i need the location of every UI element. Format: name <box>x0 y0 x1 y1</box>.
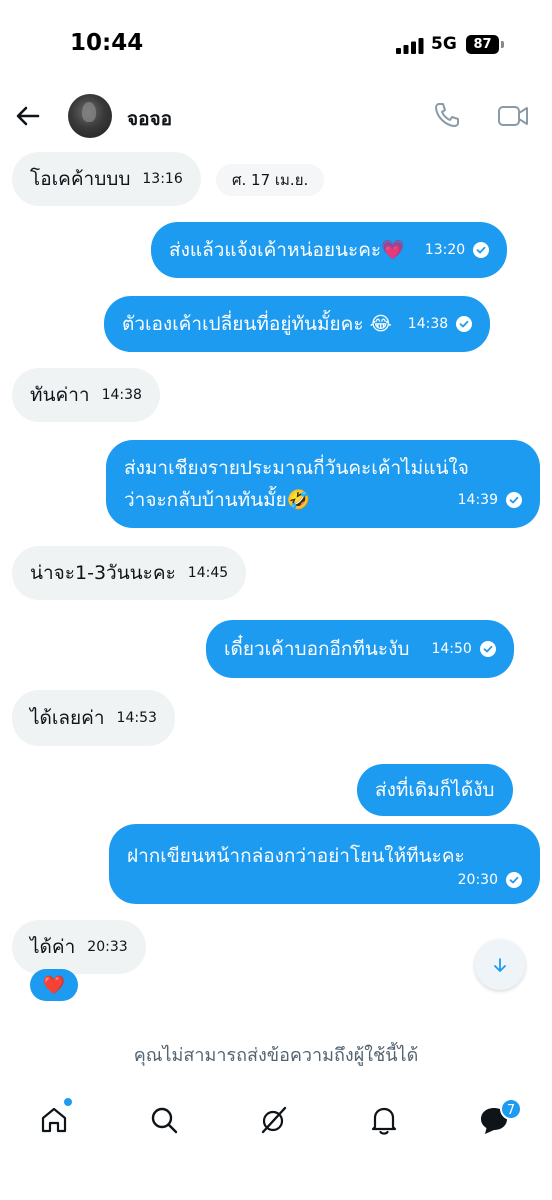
message-outgoing[interactable]: ฝากเขียนหน้ากล่องกว่าอย่าโยนให้ทีนะคะ 20… <box>109 824 540 904</box>
status-bar: 10:44 5G 87 <box>0 0 552 90</box>
home-icon <box>41 1107 67 1133</box>
message-text: ได้เลยค่า <box>30 707 105 729</box>
avatar[interactable] <box>68 94 112 138</box>
message-incoming[interactable]: ได้เลยค่า 14:53 <box>12 690 175 746</box>
read-check-icon <box>479 641 496 657</box>
message-outgoing[interactable]: ส่งมาเชียงรายประมาณกี่วันคะเค้าไม่แน่ใจ … <box>106 440 540 528</box>
search-icon <box>151 1107 178 1134</box>
message-time: 13:20 <box>424 242 466 258</box>
status-time: 10:44 <box>70 30 144 56</box>
message-incoming[interactable]: โอเคค้าบบบ 13:16 <box>12 152 201 206</box>
arrow-down-icon <box>494 958 506 972</box>
message-text: ทันค่าา <box>30 384 90 406</box>
cellular-signal-icon <box>396 38 424 54</box>
network-type: 5G <box>431 34 457 54</box>
date-separator: ศ. 17 เม.ย. <box>216 164 325 196</box>
message-outgoing[interactable]: เดี๋ยวเค้าบอกอีกทีนะงับ 14:50 <box>206 620 514 678</box>
message-text: ได้ค่า <box>30 936 76 958</box>
message-text: โอเคค้าบบบ <box>30 168 131 190</box>
message-incoming[interactable]: ทันค่าา 14:38 <box>12 368 160 422</box>
message-text: ว่าจะกลับบ้านทันมั้ย🤣 <box>124 489 311 511</box>
message-time: 20:30 <box>457 872 498 888</box>
battery-tip <box>501 41 504 48</box>
message-text: ส่งมาเชียงรายประมาณกี่วันคะเค้าไม่แน่ใจ <box>124 457 469 479</box>
nav-notifications[interactable] <box>364 1100 404 1140</box>
message-outgoing[interactable]: ส่งแล้วแจ้งเค้าหน่อยนะคะ💗 13:20 <box>151 222 508 278</box>
message-time: 14:53 <box>116 710 157 726</box>
message-text: ตัวเองเค้าเปลี่ยนที่อยู่ทันมั้ยคะ 😂 <box>122 313 392 335</box>
read-check-icon <box>506 492 522 508</box>
nav-grok[interactable] <box>254 1100 294 1140</box>
message-time: 14:38 <box>407 316 449 332</box>
message-time: 14:39 <box>457 492 498 508</box>
message-time: 14:38 <box>101 387 142 403</box>
cannot-message-notice: คุณไม่สามารถส่งข้อความถึงผู้ใช้นี้ได้ <box>133 1045 419 1066</box>
battery-icon: 87 <box>466 35 499 54</box>
contact-name[interactable]: จอจอ <box>127 104 172 134</box>
home-notification-dot <box>64 1098 72 1106</box>
message-text: ฝากเขียนหน้ากล่องกว่าอย่าโยนให้ทีนะคะ <box>127 845 465 867</box>
message-incoming[interactable]: ได้ค่า 20:33 <box>12 920 146 974</box>
nav-search[interactable] <box>144 1100 184 1140</box>
bottom-navigation: 7 <box>0 1090 552 1150</box>
message-time: 13:16 <box>142 171 183 187</box>
message-outgoing[interactable]: ตัวเองเค้าเปลี่ยนที่อยู่ทันมั้ยคะ 😂 14:3… <box>104 296 491 352</box>
bell-icon <box>371 1107 397 1135</box>
messages-badge: 7 <box>500 1098 522 1120</box>
message-text: ส่งที่เดิมก็ได้งับ <box>375 779 495 801</box>
read-check-icon <box>506 872 522 888</box>
phone-icon[interactable] <box>432 100 462 130</box>
scroll-down-button[interactable] <box>475 940 525 990</box>
nav-home[interactable] <box>34 1100 74 1140</box>
message-time: 14:45 <box>187 565 229 581</box>
video-icon[interactable] <box>497 102 529 130</box>
read-check-icon <box>473 242 490 258</box>
heart-reaction[interactable]: ❤️ <box>30 969 78 1001</box>
message-outgoing[interactable]: ส่งที่เดิมก็ได้งับ <box>357 764 513 816</box>
message-text: น่าจะ1-3วันนะคะ <box>30 562 176 584</box>
message-time: 14:50 <box>431 641 472 657</box>
message-incoming[interactable]: น่าจะ1-3วันนะคะ 14:45 <box>12 546 247 600</box>
back-button[interactable] <box>12 100 44 132</box>
conversation-header: จอจอ <box>0 88 552 144</box>
read-check-icon <box>456 316 473 332</box>
grok-icon <box>261 1106 287 1134</box>
message-text: เดี๋ยวเค้าบอกอีกทีนะงับ <box>224 638 410 660</box>
message-time: 20:33 <box>87 939 128 955</box>
home-indicator <box>0 1188 552 1200</box>
message-text: ส่งแล้วแจ้งเค้าหน่อยนะคะ💗 <box>169 239 405 261</box>
